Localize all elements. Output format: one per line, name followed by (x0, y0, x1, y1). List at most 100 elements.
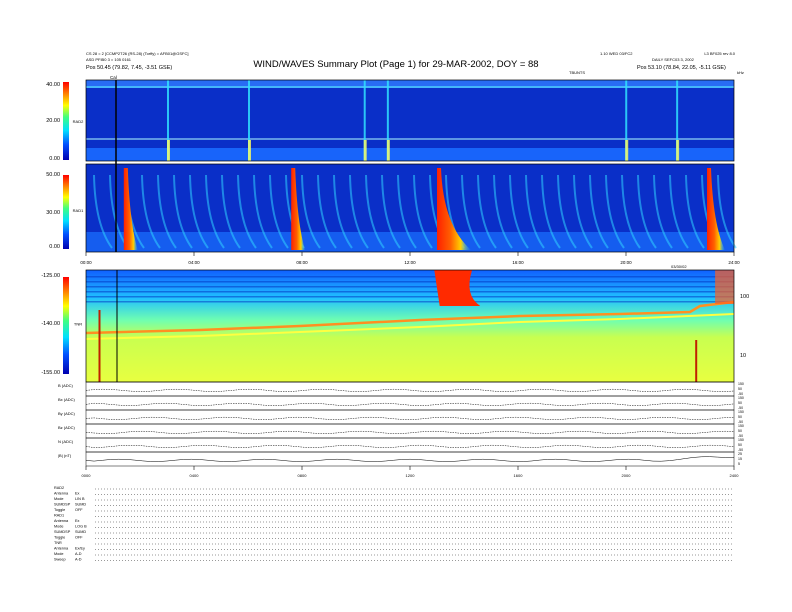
footer-label-13: Sweep (54, 558, 66, 562)
line-panel-right-5-2: 5 (738, 462, 740, 466)
tbunts-label: TBUNTS (569, 70, 585, 75)
rad1-panel (63, 163, 737, 253)
y-tick-rad1-2: 0.00 (49, 244, 60, 250)
x-tick-label-mid-1: 04:00 (188, 260, 200, 265)
line-panel-right-3-1: 50 (738, 429, 742, 433)
footer-label-0: RAD2 (54, 486, 64, 490)
footer-value-12: A-D (75, 552, 82, 556)
footer-label-1: Antenna (54, 492, 69, 496)
x-tick-label-bottom-3: 1200 (406, 473, 416, 478)
footer-label-3: SUMDSP (54, 503, 71, 507)
rad1-colorbar (63, 175, 69, 249)
line-panel-trace-5 (85, 456, 735, 462)
footer-value-2: LIN B (75, 497, 85, 501)
line-panel-frame-3 (85, 423, 735, 439)
tnr-burst-right (715, 270, 734, 304)
x-axis-bottom: 0000 0400 0800 1200 1600 2000 2400 (82, 466, 739, 478)
footer-value-6: Ex (75, 519, 80, 523)
footer-label-6: Antenna (54, 519, 69, 523)
y-tick-rad1-0: 50.00 (46, 172, 60, 178)
footer-label-10: TNR (54, 541, 62, 545)
footer-label-8: SUMDSP (54, 530, 71, 534)
footer-label-4: Toggle (54, 508, 65, 512)
line-panel-trace-4 (85, 444, 735, 448)
header-left-line2: ASD PFIB0 3 = 105 0161 (86, 57, 132, 62)
footer-value-3: SUMD (75, 503, 86, 507)
footer-label-12: Mode (54, 552, 64, 556)
x-tick-label-bottom-2: 0800 (298, 473, 308, 478)
cal-marker: Cal (110, 75, 117, 80)
line-panel-frame-4 (85, 437, 735, 453)
tnr-stripe-2 (86, 286, 734, 288)
line-panel-right-1-1: 50 (738, 401, 742, 405)
x-tick-label-mid-5: 20:00 (620, 260, 632, 265)
y-tick-tnr-0: -125.00 (41, 273, 60, 279)
footer-value-1: Ex (75, 492, 80, 496)
footer-value-7: LOG B (75, 525, 87, 529)
y-label-rad1: RAD1 (73, 208, 84, 213)
rad2-burst-core-5 (676, 140, 680, 161)
x-tick-label-bottom-0: 0000 (82, 473, 92, 478)
tnr-stripe-1 (86, 281, 734, 283)
tnr-colorbar (63, 277, 69, 374)
rad2-burst-core-2 (363, 140, 367, 161)
line-panel-trace-0 (85, 388, 735, 392)
y-tick-rad2-1: 20.00 (46, 118, 60, 124)
line-panel-right-5-1: 15 (738, 457, 742, 461)
footer-label-5: RAD1 (54, 514, 64, 518)
header-far-right: L3 BF025 rev 8.0 (704, 51, 735, 56)
line-panel-right-0-1: 50 (738, 387, 742, 391)
rad2-bottom-band (86, 148, 734, 161)
y-tick-tnr-1: -140.00 (41, 321, 60, 327)
rad2-burst-core-3 (386, 140, 390, 161)
line-panel-right-4-1: 50 (738, 443, 742, 447)
footer-value-4: OFF (75, 508, 83, 512)
tnr-stripe-3 (86, 291, 734, 293)
tnr-stripe-4 (86, 296, 734, 298)
y-tick-rad1-1: 30.00 (46, 210, 60, 216)
line-panel-label-5: |B| (nT) (58, 453, 72, 458)
line-panel-right-3-0: 150 (738, 424, 744, 428)
rad2-panel (63, 79, 735, 162)
header-right-line2: DAILY SEFC03 3, 2002 (652, 57, 695, 62)
rad2-burst-core-0 (167, 140, 170, 161)
footer-value-11: Ex/Ey (75, 547, 85, 551)
rad2-burst-core-4 (625, 140, 629, 161)
line-panel-label-0: B (ADC) (58, 383, 74, 388)
rad2-colorbar (63, 82, 69, 160)
line-panel-trace-2 (85, 416, 735, 420)
line-panel-right-0-0: 150 (738, 382, 744, 386)
x-tick-label-mid-0: 00:00 (80, 260, 92, 265)
line-panel-label-2: By (ADC) (58, 411, 76, 416)
line-panel-trace-3 (85, 430, 735, 434)
y-tick-rad2-2: 0.00 (49, 156, 60, 162)
x-tick-label-mid-6: 24:00 (728, 260, 740, 265)
tnr-stripe-5 (86, 301, 734, 303)
line-panel-label-3: Bz (ADC) (58, 425, 76, 430)
x-tick-label-bottom-4: 1600 (514, 473, 524, 478)
line-panel-right-4-0: 150 (738, 438, 744, 442)
line-panel-right-2-0: 150 (738, 410, 744, 414)
khz-label: kHz (737, 70, 744, 75)
line-panel-label-4: N (ADC) (58, 439, 74, 444)
line-panel-frame-1 (85, 395, 735, 411)
page-title: WIND/WAVES Summary Plot (Page 1) for 29-… (253, 59, 538, 70)
y-tick-tnr-2: -155.00 (41, 370, 60, 376)
footer-value-13: A-D (75, 558, 82, 562)
x-tick-label-bottom-1: 0400 (190, 473, 200, 478)
header-left-line1: CS 28 = 2 [CCMP2T26 (RS-28) (Torffy) = A… (86, 51, 188, 56)
y-tick-rad2-0: 40.00 (46, 82, 60, 88)
y-label-rad2: RAD2 (73, 119, 84, 124)
tnr-right-tick-1: 10 (740, 353, 746, 359)
line-panel-frame-2 (85, 409, 735, 425)
tnr-stripe-0 (86, 276, 734, 278)
date-marker: 03/30/02 (671, 264, 687, 269)
footer-label-7: Mode (54, 525, 64, 529)
header-right-pos: Pos 53.10 (78.84, 22.05, -5.11 GSE) (637, 65, 726, 71)
rad2-burst-core-1 (248, 140, 251, 161)
line-panel-label-1: Bx (ADC) (58, 397, 76, 402)
x-tick-label-mid-3: 12:00 (404, 260, 416, 265)
x-tick-label-mid-2: 08:00 (296, 260, 308, 265)
line-panel-right-1-0: 150 (738, 396, 744, 400)
tnr-panel (63, 269, 735, 383)
